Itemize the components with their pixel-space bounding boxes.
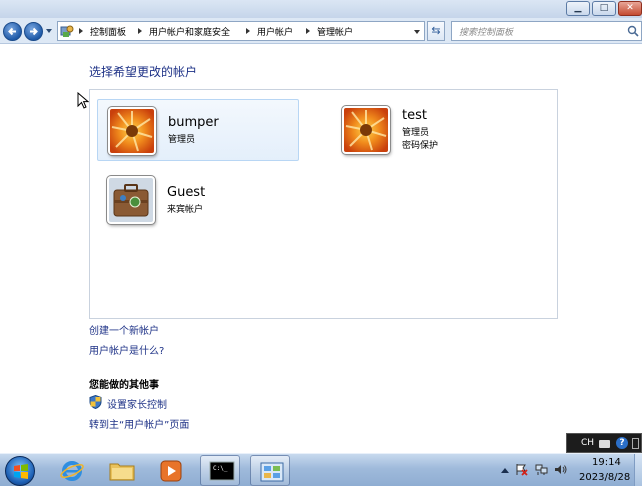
taskbar-command-prompt[interactable]: C:\_ [200,455,240,486]
taskbar-windows-explorer[interactable] [101,455,141,486]
breadcrumb-separator-icon [306,28,310,34]
help-icon[interactable]: ? [616,437,628,449]
account-tile-test[interactable]: test 管理员 密码保护 [332,99,534,161]
account-name: Guest [167,185,206,200]
breadcrumb-separator-icon [79,28,83,34]
account-name: bumper [168,115,219,130]
flower-icon [344,108,388,152]
close-button[interactable]: ✕ [618,1,642,16]
what-is-account-link[interactable]: 用户帐户是什么? [89,342,164,357]
taskbar-internet-explorer[interactable] [52,455,92,486]
address-dropdown-icon[interactable] [414,30,420,34]
breadcrumb-user-accounts-family[interactable]: 用户帐户和家庭安全 [149,25,230,38]
navigation-bar: 控制面板 用户帐户和家庭安全 用户帐户 管理帐户 ⇆ 搜索控制面板 [0,18,642,44]
control-panel-icon [60,25,74,37]
refresh-button[interactable]: ⇆ [427,21,445,41]
account-type: 管理员 [402,128,430,138]
svg-text:C:\_: C:\_ [213,465,228,472]
windows-logo-icon [14,464,28,479]
folder-icon [109,463,135,481]
search-icon[interactable] [627,25,639,37]
clock-date[interactable]: 2023/8/28 [579,472,630,483]
maximize-button[interactable]: □ [592,1,616,16]
media-player-icon [160,460,182,482]
search-box[interactable]: 搜索控制面板 [451,21,642,41]
language-indicator[interactable]: CH [581,438,594,448]
cmd-icon: C:\_ [209,461,235,481]
taskbar: C:\_ 19:14 2023/8/28 [0,453,642,486]
other-tasks-heading: 您能做的其他事 [89,380,159,391]
action-center-flag-icon[interactable] [515,463,528,476]
minimize-button[interactable]: ▁ [566,1,590,16]
start-button[interactable] [5,456,35,486]
breadcrumb-control-panel[interactable]: 控制面板 [90,25,126,38]
address-bar[interactable]: 控制面板 用户帐户和家庭安全 用户帐户 管理帐户 [57,21,425,41]
account-name: test [402,108,427,123]
parental-controls-link[interactable]: 设置家长控制 [107,396,167,411]
flower-icon [110,109,154,153]
breadcrumb-user-accounts[interactable]: 用户帐户 [257,25,293,38]
internet-explorer-icon [60,461,84,481]
account-type: 管理员 [168,135,196,145]
forward-arrow-icon [30,27,38,36]
taskbar-control-panel[interactable] [250,455,290,486]
account-tile-bumper[interactable]: bumper 管理员 [97,99,299,161]
show-desktop-button[interactable] [634,454,642,486]
clock-time[interactable]: 19:14 [592,457,621,468]
back-button[interactable] [3,22,22,41]
briefcase-icon [109,178,153,222]
account-type: 来宾帐户 [167,205,204,215]
account-picture [342,106,390,154]
account-picture [107,176,155,224]
language-bar[interactable]: CH ? [566,433,642,453]
main-user-accounts-link[interactable]: 转到主“用户帐户”页面 [89,416,189,431]
create-account-link[interactable]: 创建一个新帐户 [89,322,159,337]
back-arrow-icon [8,27,16,36]
language-bar-options-icon[interactable] [632,438,639,449]
network-icon[interactable] [535,463,548,476]
breadcrumb-manage-accounts[interactable]: 管理帐户 [317,25,353,38]
shield-icon [89,395,102,409]
volume-icon[interactable] [554,463,567,476]
show-hidden-icons-button[interactable] [501,468,509,473]
search-input[interactable]: 搜索控制面板 [459,25,513,38]
breadcrumb-separator-icon [138,28,142,34]
breadcrumb-separator-icon [246,28,250,34]
accounts-panel: bumper 管理员 test 管理员 密码保护 Guest 来宾帐户 [89,89,558,319]
title-bar: ▁ □ ✕ [0,0,642,18]
account-picture [108,107,156,155]
recent-pages-dropdown[interactable] [46,29,52,33]
account-tile-guest[interactable]: Guest 来宾帐户 [97,169,299,231]
forward-button[interactable] [24,22,43,41]
taskbar-media-player[interactable] [151,455,191,486]
account-password-status: 密码保护 [402,141,439,151]
keyboard-icon[interactable] [599,440,610,448]
control-panel-icon [260,462,284,482]
mouse-cursor-icon [77,92,89,109]
page-title: 选择希望更改的帐户 [89,65,198,79]
